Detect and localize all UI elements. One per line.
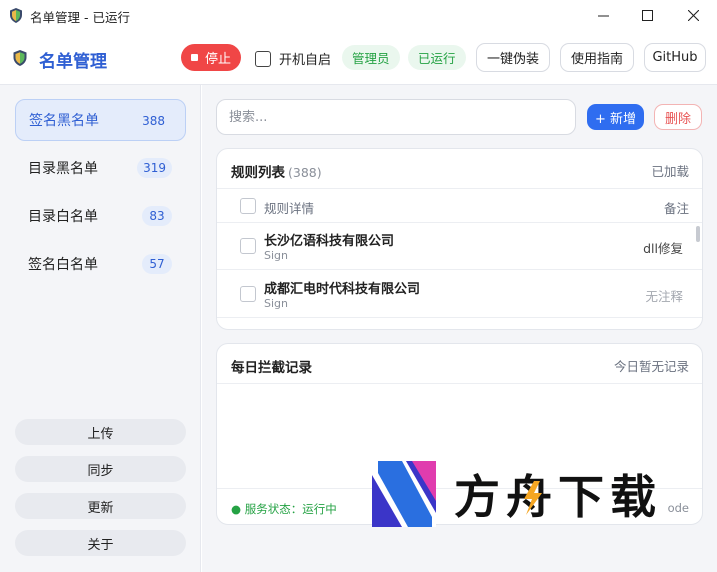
add-rule-button[interactable]: + 新增 [587, 104, 644, 130]
stop-button-label: 停止 [204, 52, 231, 67]
autostart-checkbox[interactable] [255, 50, 271, 67]
rule-name: 长沙亿语科技有限公司 [264, 234, 395, 249]
rules-list-header: 规则详情 备注 [217, 189, 702, 223]
maximize-icon [641, 10, 653, 21]
rule-type: Sign [264, 297, 288, 310]
row-checkbox[interactable] [240, 286, 256, 302]
svg-text:载: 载 [610, 470, 656, 524]
sidebar: 签名黑名单 388 目录黑名单 319 目录白名单 83 签名白名单 57 上传… [0, 85, 201, 572]
rule-type: Sign [264, 249, 288, 262]
autostart-label: 开机自启 [279, 53, 332, 68]
sidebar-item-signature-whitelist[interactable]: 签名白名单 57 [15, 243, 186, 285]
rules-count: (388) [288, 165, 322, 180]
user-guide-button[interactable]: 使用指南 [560, 43, 634, 72]
rules-title-text: 规则列表 [231, 165, 285, 181]
sidebar-item-label: 签名白名单 [28, 257, 98, 273]
row-checkbox[interactable] [240, 238, 256, 254]
column-note: 备注 [663, 201, 689, 216]
sidebar-item-label: 目录白名单 [28, 209, 98, 225]
rules-load-status: 已加载 [651, 164, 689, 179]
update-button[interactable]: 更新 [15, 493, 186, 519]
log-card-title: 每日拦截记录 [231, 360, 312, 376]
rules-list-card: 规则列表 (388) 已加载 规则详情 备注 长沙亿语科技有限公司 Sign dl… [216, 148, 703, 330]
sidebar-item-label: 目录黑名单 [28, 161, 98, 177]
minimize-button[interactable] [580, 0, 626, 31]
list-item[interactable]: 成都汇电时代科技有限公司 Sign 无注释 [217, 271, 702, 318]
rule-note: 无注释 [645, 289, 683, 304]
search-input[interactable] [216, 99, 576, 135]
autostart-toggle[interactable]: 开机自启 [255, 49, 331, 68]
log-status: 今日暂无记录 [613, 359, 689, 374]
sidebar-item-directory-whitelist[interactable]: 目录白名单 83 [15, 195, 186, 237]
shield-logo-icon [13, 50, 27, 66]
rules-card-header: 规则列表 (388) 已加载 [217, 149, 702, 189]
svg-text:方: 方 [454, 470, 500, 524]
upload-button[interactable]: 上传 [15, 419, 186, 445]
delete-rule-button[interactable]: 删除 [654, 104, 702, 130]
title-bar: 名单管理 - 已运行 [0, 0, 717, 31]
sidebar-item-count: 83 [142, 206, 172, 226]
log-card-header: 每日拦截记录 今日暂无记录 [217, 344, 702, 384]
sidebar-item-signature-blacklist[interactable]: 签名黑名单 388 [15, 99, 186, 141]
watermark-logo: 方 舟 下 载 [372, 461, 656, 527]
list-item[interactable]: 长沙亿语科技有限公司 Sign dll修复 [217, 223, 702, 270]
running-status-badge: 已运行 [408, 45, 466, 70]
svg-text:下: 下 [558, 470, 604, 524]
shield-app-icon [10, 8, 22, 23]
select-all-checkbox[interactable] [240, 198, 256, 214]
rule-note: dll修复 [643, 241, 683, 256]
minimize-icon [597, 15, 609, 17]
service-status: ● 服务状态：运行中 [231, 502, 337, 516]
sidebar-item-directory-blacklist[interactable]: 目录黑名单 319 [15, 147, 186, 189]
rule-name: 成都汇电时代科技有限公司 [264, 282, 421, 297]
close-icon [687, 10, 699, 21]
maximize-button[interactable] [624, 0, 670, 31]
admin-badge: 管理员 [342, 45, 400, 70]
about-button[interactable]: 关于 [15, 530, 186, 556]
rules-scrollbar[interactable] [696, 226, 700, 242]
column-rule-detail: 规则详情 [264, 201, 315, 216]
close-button[interactable] [670, 0, 716, 31]
one-click-disguise-button[interactable]: 一键伪装 [476, 43, 550, 72]
rules-card-title: 规则列表 (388) [231, 161, 322, 181]
window-title: 名单管理 - 已运行 [30, 10, 130, 25]
sidebar-item-count: 388 [142, 114, 165, 128]
sidebar-item-count: 319 [137, 158, 172, 178]
stop-button[interactable]: 停止 [181, 44, 241, 71]
toolbar: 名单管理 停止 开机自启 管理员 已运行 一键伪装 使用指南 GitHub [0, 31, 717, 85]
stop-icon [190, 54, 198, 61]
app-brand-title: 名单管理 [39, 52, 107, 72]
sidebar-item-count: 57 [142, 254, 172, 274]
github-button[interactable]: GitHub [644, 43, 706, 72]
sync-button[interactable]: 同步 [15, 456, 186, 482]
sidebar-item-label: 签名黑名单 [29, 113, 99, 129]
